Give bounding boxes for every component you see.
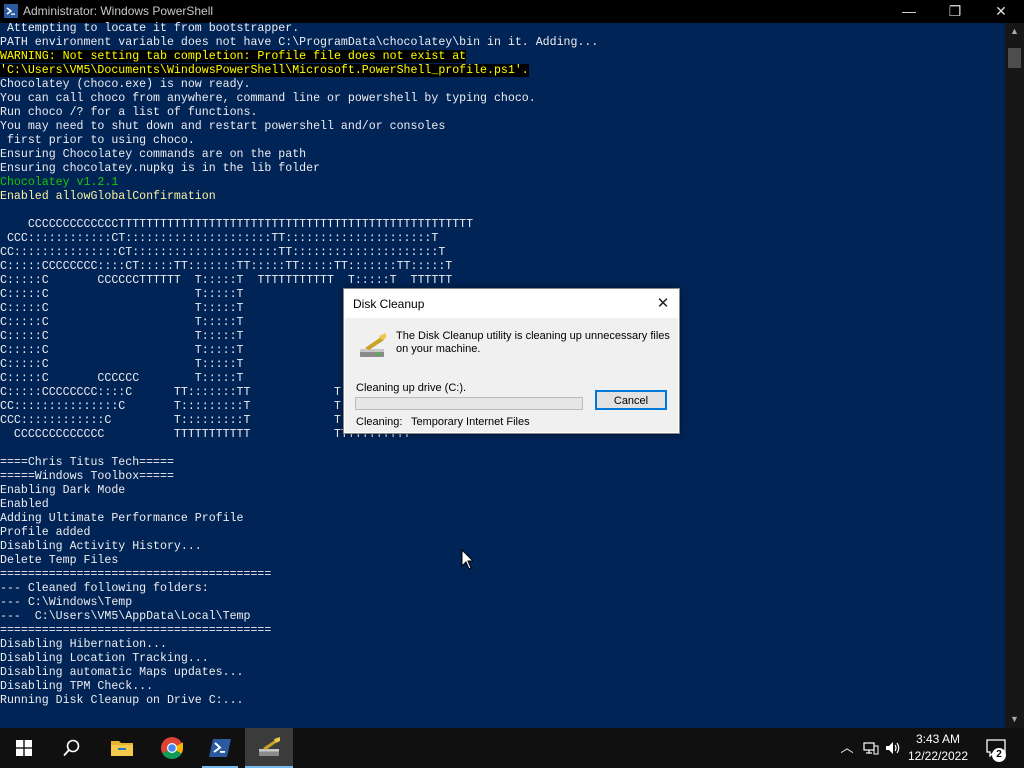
console-line: C:::::C T:::::T	[0, 316, 244, 329]
taskbar-disk-cleanup[interactable]	[245, 728, 293, 768]
window-titlebar[interactable]: Administrator: Windows PowerShell — ❐ ✕	[0, 0, 1024, 23]
console-line: C:::::C T:::::T	[0, 358, 244, 371]
start-button[interactable]	[0, 728, 48, 768]
console-line: C:::::C T:::::T	[0, 344, 244, 357]
file-explorer-icon	[111, 741, 133, 756]
console-line: Run choco /? for a list of functions.	[0, 106, 258, 119]
console-line: You can call choco from anywhere, comman…	[0, 92, 536, 105]
disk-cleanup-icon	[360, 333, 386, 357]
taskbar-file-explorer[interactable]	[98, 728, 146, 768]
console-line: C:::::C CCCCCCTTTTTT T:::::T TTTTTTTTTTT…	[0, 274, 453, 287]
network-icon[interactable]	[862, 739, 880, 757]
system-clock[interactable]: 3:43 AM 12/22/2022	[902, 731, 974, 765]
console-line: Enabled allowGlobalConfirmation	[0, 190, 216, 203]
disk-cleanup-icon	[259, 737, 280, 756]
console-line: =======================================	[0, 568, 272, 581]
console-line: Running Disk Cleanup on Drive C:...	[0, 694, 244, 707]
console-line: =====Windows Toolbox=====	[0, 470, 174, 483]
console-line: Disabling Location Tracking...	[0, 652, 209, 665]
console-line: Delete Temp Files	[0, 554, 119, 567]
console-line: C:::::C CCCCCC T:::::T	[0, 372, 244, 385]
console-line: C:::::C T:::::T	[0, 288, 244, 301]
dialog-close-button[interactable]: ✕	[650, 293, 676, 315]
drive-status-text: Cleaning up drive (C:).	[356, 382, 467, 394]
console-line: PATH environment variable does not have …	[0, 36, 599, 49]
console-line: CC:::::::::::::::C T:::::::::T T	[0, 400, 341, 413]
console-line: =======================================	[0, 624, 272, 637]
console-line: Enabling Dark Mode	[0, 484, 126, 497]
cancel-button[interactable]: Cancel	[595, 390, 667, 410]
taskbar-chrome[interactable]	[148, 728, 196, 768]
clock-time: 3:43 AM	[915, 732, 961, 746]
console-line: Disabling Hibernation...	[0, 638, 167, 651]
scroll-down-arrow-icon[interactable]: ▼	[1005, 711, 1024, 728]
console-line: Adding Ultimate Performance Profile	[0, 512, 244, 525]
search-icon	[63, 739, 80, 757]
console-line: WARNING: Not setting tab completion: Pro…	[0, 50, 467, 63]
console-line: C:::::CCCCCCCC::::C TT:::::::TT T	[0, 386, 341, 399]
chrome-icon	[161, 737, 183, 759]
console-line: Ensuring chocolatey.nupkg is in the lib …	[0, 162, 321, 175]
scroll-thumb[interactable]	[1008, 48, 1021, 68]
disk-cleanup-dialog: Disk Cleanup ✕ The Disk Cleanup utility …	[343, 288, 680, 434]
console-line: first prior to using choco.	[0, 134, 195, 147]
console-line: --- Cleaned following folders:	[0, 582, 209, 595]
console-line: Disabling Activity History...	[0, 540, 202, 553]
clock-date: 12/22/2022	[907, 749, 969, 763]
console-line: Attempting to locate it from bootstrappe…	[0, 22, 300, 35]
scroll-up-arrow-icon[interactable]: ▲	[1005, 23, 1024, 40]
taskbar-search-button[interactable]	[48, 728, 96, 768]
notification-count-badge: 2	[992, 748, 1006, 762]
console-line: ====Chris Titus Tech=====	[0, 456, 174, 469]
volume-icon[interactable]	[884, 739, 902, 757]
powershell-icon	[4, 4, 18, 18]
console-line: --- C:\Users\VM5\AppData\Local\Temp	[0, 610, 251, 623]
taskbar-powershell[interactable]	[196, 728, 244, 768]
console-line: Disabling automatic Maps updates...	[0, 666, 244, 679]
console-line: C:::::C T:::::T	[0, 302, 244, 315]
console-line: 'C:\Users\VM5\Documents\WindowsPowerShel…	[0, 64, 529, 77]
close-button[interactable]: ✕	[978, 0, 1024, 23]
console-line: C:::::C T:::::T	[0, 330, 244, 343]
taskbar: ︿ 3:43 AM 12/22/2022 2	[0, 728, 1024, 768]
console-line: Chocolatey v1.2.1	[0, 176, 119, 189]
minimize-button[interactable]: —	[886, 0, 932, 23]
action-center-button[interactable]: 2	[978, 728, 1022, 768]
console-line: Ensuring Chocolatey commands are on the …	[0, 148, 307, 161]
dialog-message: The Disk Cleanup utility is cleaning up …	[396, 330, 670, 355]
console-line: CCC::::::::::::C T:::::::::T T	[0, 414, 341, 427]
cleaning-item-value: Temporary Internet Files	[411, 416, 530, 428]
console-line: You may need to shut down and restart po…	[0, 120, 446, 133]
console-line: --- C:\Windows\Temp	[0, 596, 133, 609]
mouse-cursor-icon	[461, 549, 475, 570]
cleaning-label: Cleaning:	[356, 416, 403, 428]
console-line: Disabling TPM Check...	[0, 680, 154, 693]
start-icon	[16, 740, 32, 756]
maximize-button[interactable]: ❐	[932, 0, 978, 23]
show-hidden-icons-chevron-icon[interactable]: ︿	[838, 739, 856, 757]
window-title: Administrator: Windows PowerShell	[23, 4, 214, 18]
console-line: CCCCCCCCCCCCCTTTTTTTTTTTTTTTTTTTTTTTTTTT…	[0, 218, 474, 231]
console-line: C:::::CCCCCCCC::::CT:::::TT:::::::TT::::…	[0, 260, 453, 273]
console-line: Profile added	[0, 526, 91, 539]
dialog-title: Disk Cleanup	[353, 297, 425, 311]
cleanup-progress-bar	[355, 397, 583, 410]
dialog-body: The Disk Cleanup utility is cleaning up …	[345, 318, 678, 432]
console-line: Chocolatey (choco.exe) is now ready.	[0, 78, 251, 91]
vertical-scrollbar[interactable]: ▲ ▼	[1005, 23, 1024, 728]
console-line: Enabled	[0, 498, 49, 511]
console-line: CCC::::::::::::CT:::::::::::::::::::::TT…	[0, 232, 439, 245]
console-line: CC:::::::::::::::CT:::::::::::::::::::::…	[0, 246, 446, 259]
powershell-icon	[209, 739, 231, 757]
dialog-titlebar[interactable]: Disk Cleanup ✕	[344, 289, 679, 318]
